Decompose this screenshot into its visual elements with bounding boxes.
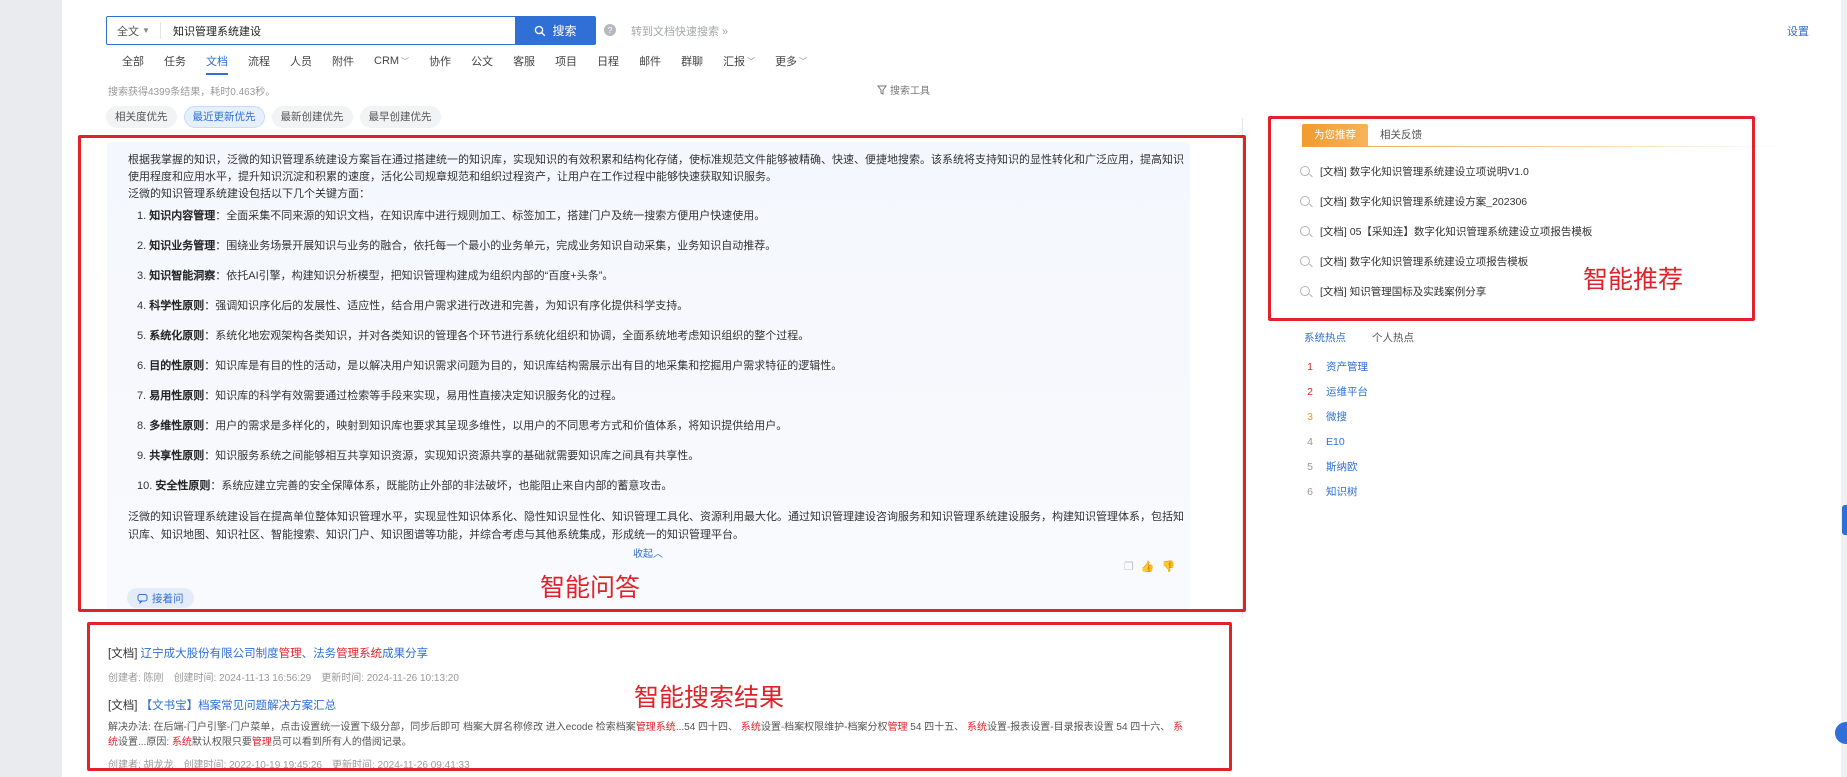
tab-7[interactable]: 协作 [429,52,451,70]
hot-item[interactable]: 3 微搜 [1306,404,1368,429]
tab-label: 更多 [775,56,798,68]
tab-label: 汇报 [723,56,746,68]
hot-item[interactable]: 4 E10 [1306,429,1368,454]
fast-search-link[interactable]: 转到文档快速搜索 » [631,23,728,39]
results-annotation-label: 智能搜索结果 [634,684,785,712]
help-icon[interactable]: ? [604,24,616,36]
tab-label: 公文 [471,56,494,68]
tab-label: 群聊 [681,56,704,68]
right-edge-scrollbar[interactable] [1841,0,1847,777]
search-button[interactable]: 搜索 [515,16,596,45]
settings-link[interactable]: 设置 [1787,23,1809,39]
search-icon [535,25,546,36]
tab-2[interactable]: 文档 [206,52,228,75]
search-scope-select[interactable]: 全文 ▼ [107,22,161,39]
hot-name[interactable]: E10 [1326,436,1345,448]
hot-rank: 5 [1307,460,1313,473]
tab-11[interactable]: 日程 [597,52,619,70]
hot-tabs: 系统热点 个人热点 [1304,330,1414,345]
tab-12[interactable]: 邮件 [639,52,661,70]
sort-options: 相关度优先 最近更新优先 最新创建优先 最早创建优先 [106,106,441,128]
tab-9[interactable]: 客服 [513,52,535,70]
chevron-down-icon: ﹀ [747,56,756,66]
hot-item[interactable]: 1 资产管理 [1306,354,1368,379]
sort-option[interactable]: 最早创建优先 [359,106,441,128]
tab-label: 邮件 [639,56,662,68]
tab-label: 文档 [206,56,228,68]
hot-name[interactable]: 资产管理 [1326,359,1368,374]
hot-name[interactable]: 微搜 [1326,409,1347,424]
search-scope-label: 全文 [117,25,140,38]
tab-label: CRM [374,55,400,67]
filter-icon [877,85,887,95]
tab-0[interactable]: 全部 [122,52,144,70]
floating-assistant-button[interactable] [1835,722,1847,744]
tab-15[interactable]: 更多 ﹀ [775,52,807,70]
tab-label: 日程 [597,56,620,68]
tab-4[interactable]: 人员 [290,52,312,70]
tab-label: 协作 [429,56,452,68]
hot-item[interactable]: 2 运维平台 [1306,379,1368,404]
tab-label: 人员 [290,56,312,68]
search-button-label: 搜索 [552,24,577,38]
tab-3[interactable]: 流程 [248,52,270,70]
tab-label: 任务 [164,56,186,68]
hot-name[interactable]: 运维平台 [1326,384,1368,399]
chevron-down-icon: ▼ [142,26,150,35]
tab-13[interactable]: 群聊 [681,52,703,70]
search-tool-button[interactable]: 搜索工具 [877,82,930,97]
chevron-down-icon: ﹀ [401,56,410,66]
hot-name[interactable]: 斯纳欧 [1326,459,1358,474]
hot-rank: 4 [1307,435,1313,448]
tab-14[interactable]: 汇报 ﹀ [723,52,755,70]
qa-highlight-box [78,135,1246,612]
recommend-annotation-label: 智能推荐 [1583,266,1684,294]
tab-5[interactable]: 附件 [332,52,354,70]
hot-tab[interactable]: 系统热点 [1304,330,1346,345]
category-tabs: 全部 任务 文档 流程 人员 附件 CRM ﹀ 协作 公文 客服 项目 日程 邮件 群聊 汇报 ﹀ 更多 ﹀ [122,52,827,75]
hot-item[interactable]: 6 知识树 [1306,479,1368,504]
qa-annotation-label: 智能问答 [540,574,641,602]
left-gutter [0,0,62,777]
hot-rank: 3 [1307,410,1313,423]
hot-list: 1 资产管理 2 运维平台 3 微搜 4 E10 5 斯纳欧 6 知识树 [1306,354,1368,504]
tab-6[interactable]: CRM ﹀ [374,52,409,70]
sort-option[interactable]: 最近更新优先 [183,106,265,128]
hot-name[interactable]: 知识树 [1326,484,1358,499]
tab-8[interactable]: 公文 [471,52,493,70]
hot-rank: 6 [1307,485,1313,498]
result-stats: 搜索获得4399条结果，耗时0.463秒。 [108,87,276,98]
tab-label: 客服 [513,56,536,68]
tab-label: 流程 [248,56,270,68]
sort-option[interactable]: 相关度优先 [106,106,177,128]
tab-label: 项目 [555,56,578,68]
hot-tab[interactable]: 个人热点 [1372,330,1414,345]
search-input[interactable] [161,24,573,37]
sort-option[interactable]: 最新创建优先 [271,106,353,128]
tab-1[interactable]: 任务 [164,52,186,70]
chevron-down-icon: ﹀ [799,56,808,66]
hot-rank: 2 [1307,385,1313,398]
tab-label: 附件 [332,56,354,68]
hot-item[interactable]: 5 斯纳欧 [1306,454,1368,479]
tab-label: 全部 [122,56,144,68]
side-panel-tab[interactable] [1842,505,1847,535]
hot-rank: 1 [1307,360,1313,373]
tab-10[interactable]: 项目 [555,52,577,70]
